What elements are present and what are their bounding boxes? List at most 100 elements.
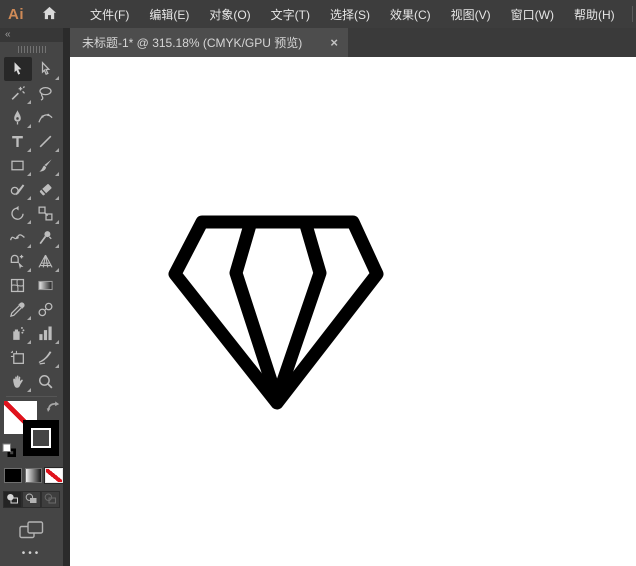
gradient-icon bbox=[37, 277, 54, 294]
shape-builder-icon bbox=[9, 253, 26, 270]
flyout-indicator-icon bbox=[27, 124, 31, 128]
gradient-button[interactable] bbox=[25, 468, 43, 483]
menu-item-window[interactable]: 窗口(W) bbox=[501, 0, 564, 28]
menu-item-select[interactable]: 选择(S) bbox=[320, 0, 380, 28]
column-graph-tool[interactable] bbox=[32, 321, 60, 345]
type-tool[interactable] bbox=[4, 129, 32, 153]
menubar: Ai 文件(F)编辑(E)对象(O)文字(T)选择(S)效果(C)视图(V)窗口… bbox=[0, 0, 636, 28]
color-mode-row bbox=[0, 462, 63, 483]
menubar-divider-right bbox=[632, 6, 633, 22]
rectangle-icon bbox=[9, 157, 26, 174]
width-icon bbox=[9, 229, 26, 246]
menu-item-help[interactable]: 帮助(H) bbox=[564, 0, 625, 28]
selection-tool[interactable] bbox=[4, 57, 32, 81]
default-fill-stroke-button[interactable] bbox=[2, 443, 17, 463]
illustrator-window: Ai 文件(F)编辑(E)对象(O)文字(T)选择(S)效果(C)视图(V)窗口… bbox=[0, 0, 636, 566]
eyedropper-tool[interactable] bbox=[4, 297, 32, 321]
rectangle-tool[interactable] bbox=[4, 153, 32, 177]
document-tab-title: 未标题-1* @ 315.18% (CMYK/GPU 预览) bbox=[82, 34, 302, 51]
pen-tool[interactable] bbox=[4, 105, 32, 129]
slice-tool[interactable] bbox=[32, 345, 60, 369]
shaper-tool[interactable] bbox=[4, 177, 32, 201]
hand-tool[interactable] bbox=[4, 369, 32, 393]
change-screen-mode-button[interactable] bbox=[19, 521, 44, 539]
artboard-canvas[interactable] bbox=[70, 57, 636, 566]
fill-stroke-controls bbox=[0, 400, 63, 462]
menu-item-file[interactable]: 文件(F) bbox=[80, 0, 139, 28]
zoom-icon bbox=[37, 373, 54, 390]
screen-mode-icon bbox=[19, 521, 44, 539]
draw-inside-button bbox=[41, 491, 60, 508]
flyout-indicator-icon bbox=[55, 196, 59, 200]
eraser-tool[interactable] bbox=[32, 177, 60, 201]
scale-icon bbox=[37, 205, 54, 222]
draw-mode-icon bbox=[25, 491, 38, 509]
curvature-tool[interactable] bbox=[32, 105, 60, 129]
menu-item-edit[interactable]: 编辑(E) bbox=[139, 0, 199, 28]
menu-item-view[interactable]: 视图(V) bbox=[441, 0, 501, 28]
flyout-indicator-icon bbox=[27, 244, 31, 248]
menu-item-effect[interactable]: 效果(C) bbox=[380, 0, 441, 28]
document-tab[interactable]: 未标题-1* @ 315.18% (CMYK/GPU 预览) × bbox=[70, 28, 348, 57]
tab-close-button[interactable]: × bbox=[322, 35, 338, 50]
none-button[interactable] bbox=[45, 468, 63, 483]
collapse-panel-button[interactable]: « bbox=[0, 28, 63, 42]
edit-toolbar-button[interactable]: ••• bbox=[0, 548, 63, 559]
flyout-indicator-icon bbox=[55, 220, 59, 224]
swap-fill-stroke-button[interactable] bbox=[46, 400, 60, 418]
home-icon bbox=[42, 6, 57, 23]
shape-builder-tool[interactable] bbox=[4, 249, 32, 273]
menubar-right bbox=[625, 0, 636, 28]
symbol-sprayer-tool[interactable] bbox=[4, 321, 32, 345]
tools-panel: « bbox=[0, 28, 63, 566]
flyout-indicator-icon bbox=[27, 388, 31, 392]
puppet-warp-tool[interactable] bbox=[32, 225, 60, 249]
lasso-icon bbox=[37, 85, 54, 102]
document-area: 未标题-1* @ 315.18% (CMYK/GPU 预览) × bbox=[70, 28, 636, 566]
flyout-indicator-icon bbox=[27, 196, 31, 200]
scale-tool[interactable] bbox=[32, 201, 60, 225]
flyout-indicator-icon bbox=[27, 220, 31, 224]
toolbar-drag-handle[interactable] bbox=[0, 42, 63, 57]
mesh-icon bbox=[9, 277, 26, 294]
menu-item-object[interactable]: 对象(O) bbox=[199, 0, 260, 28]
blend-tool[interactable] bbox=[32, 297, 60, 321]
magic-wand-tool[interactable] bbox=[4, 81, 32, 105]
draw-normal-button[interactable] bbox=[3, 491, 22, 508]
draw-behind-button[interactable] bbox=[22, 491, 41, 508]
lasso-tool[interactable] bbox=[32, 81, 60, 105]
rotate-icon bbox=[9, 205, 26, 222]
grip-dots-icon bbox=[18, 46, 46, 53]
zoom-tool[interactable] bbox=[32, 369, 60, 393]
paintbrush-icon bbox=[37, 157, 54, 174]
line-icon bbox=[37, 133, 54, 150]
eraser-icon bbox=[37, 181, 54, 198]
flyout-indicator-icon bbox=[27, 100, 31, 104]
flyout-indicator-icon bbox=[55, 148, 59, 152]
gradient-tool[interactable] bbox=[32, 273, 60, 297]
direct-selection-tool[interactable] bbox=[32, 57, 60, 81]
shaper-icon bbox=[9, 181, 26, 198]
menu-item-type[interactable]: 文字(T) bbox=[261, 0, 320, 28]
pen-icon bbox=[9, 109, 26, 126]
flyout-indicator-icon bbox=[27, 172, 31, 176]
stroke-swatch-black[interactable] bbox=[23, 420, 59, 456]
color-button[interactable] bbox=[4, 468, 22, 483]
paintbrush-tool[interactable] bbox=[32, 153, 60, 177]
menubar-items: 文件(F)编辑(E)对象(O)文字(T)选择(S)效果(C)视图(V)窗口(W)… bbox=[80, 0, 625, 28]
width-tool[interactable] bbox=[4, 225, 32, 249]
blend-icon bbox=[37, 301, 54, 318]
mesh-tool[interactable] bbox=[4, 273, 32, 297]
line-segment-tool[interactable] bbox=[32, 129, 60, 153]
perspective-grid-tool[interactable] bbox=[32, 249, 60, 273]
artboard-icon bbox=[9, 349, 26, 366]
artboard-tool[interactable] bbox=[4, 345, 32, 369]
flyout-indicator-icon bbox=[27, 148, 31, 152]
document-tabbar: 未标题-1* @ 315.18% (CMYK/GPU 预览) × bbox=[70, 28, 636, 57]
home-button[interactable] bbox=[33, 0, 66, 28]
diamond-artwork[interactable] bbox=[70, 57, 636, 566]
symbol-sprayer-icon bbox=[9, 325, 26, 342]
draw-mode-icon bbox=[44, 491, 57, 509]
rotate-tool[interactable] bbox=[4, 201, 32, 225]
type-icon bbox=[9, 133, 26, 150]
